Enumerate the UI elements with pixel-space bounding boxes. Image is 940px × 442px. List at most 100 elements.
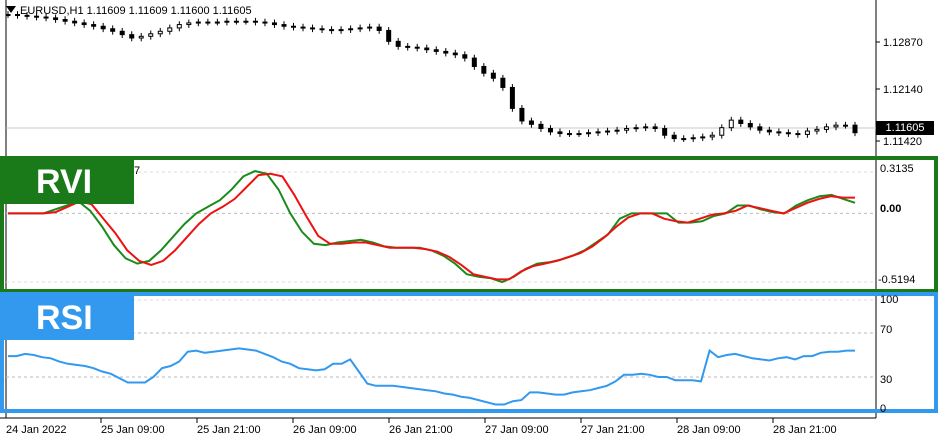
price-candle [81,22,87,26]
price-candle [271,22,277,26]
price-candle [310,27,316,30]
price-candle [795,133,801,136]
rvi-partial-label: 7 [134,165,141,177]
price-candle [329,29,335,32]
price-candle [167,27,173,32]
price-candle [709,134,715,138]
price-candle [129,34,135,39]
price-candle [804,130,810,135]
price-candle [243,20,249,23]
price-candle [547,128,553,133]
price-candle [433,49,439,52]
price-candle [281,24,287,27]
price-candle [662,128,668,136]
price-axis-label: 1.12140 [883,84,923,96]
price-candle [157,30,163,35]
price-candle [119,30,125,36]
price-candle [528,120,534,125]
symbol-header: EURUSD,H1 1.11609 1.11609 1.11600 1.1160… [6,5,252,17]
time-axis-label: 27 Jan 21:00 [581,424,645,436]
price-candle [176,24,182,29]
price-candle [414,46,420,49]
price-candle [538,123,544,130]
price-axis-label: 1.11420 [883,136,922,148]
price-candle [62,19,68,22]
price-candle [481,65,487,74]
price-candle [624,128,630,131]
price-candle [386,29,392,42]
price-candle [490,72,496,79]
price-candle [471,57,477,67]
price-candle [595,131,601,134]
price-candle [110,28,116,32]
rvi-badge-text: RVI [36,163,93,201]
rsi-line [8,347,855,406]
price-axis-label: 1.12870 [883,37,923,49]
rvi-axis-label: 0.3135 [880,163,914,175]
price-candle [576,133,582,136]
price-candle [53,17,59,21]
price-candle [43,16,49,19]
price-candle [376,26,382,31]
price-candle [681,138,687,141]
price-candle [443,50,449,54]
time-axis-label: 28 Jan 21:00 [773,424,837,436]
price-candle [614,129,620,132]
price-candle [424,47,430,51]
price-candle [852,124,858,134]
price-candle [728,119,734,129]
price-candle [671,134,677,140]
price-candle [557,131,563,135]
time-axis-label: 26 Jan 09:00 [293,424,357,436]
price-candle [652,126,658,130]
price-candle [500,77,506,88]
rvi-axis-label: -0.5194 [878,274,916,286]
price-candle [214,21,220,24]
time-axis-label: 24 Jan 2022 [6,424,67,436]
price-candle [509,86,515,109]
price-candle [138,35,144,39]
rsi-axis-label: 100 [880,294,899,306]
price-candle [291,25,297,28]
price-candle [195,21,201,24]
current-price-label: 1.11605 [876,121,934,135]
rsi-badge: RSI [2,296,134,340]
price-candle [738,119,744,124]
rvi-axis-label: 0.00 [880,203,902,215]
price-candle [252,20,258,23]
time-axis-label: 27 Jan 09:00 [485,424,549,436]
price-candle [823,126,829,130]
price-candle [766,129,772,133]
price-candle [757,126,763,131]
price-candle [814,128,820,132]
price-chart-canvas [0,0,938,423]
price-candle [100,25,106,30]
time-axis-label: 26 Jan 21:00 [389,424,453,436]
price-candle [367,26,373,29]
price-candle [319,28,325,31]
price-candle [643,126,649,129]
price-candle [633,127,639,130]
price-candle [91,24,97,27]
price-candle [72,20,78,24]
price-candle [842,124,848,127]
price-candle [605,130,611,133]
dropdown-triangle-icon[interactable] [6,6,16,13]
rsi-axis-label: 30 [880,374,893,386]
price-candle [395,40,401,47]
price-candle [338,29,344,32]
rsi-axis-label: 0 [880,403,887,415]
rsi-frame [0,292,938,413]
price-candle [405,45,411,48]
time-axis-label: 25 Jan 21:00 [197,424,261,436]
time-axis-label: 28 Jan 09:00 [677,424,741,436]
price-candle [224,20,230,23]
price-candle [785,132,791,135]
price-candle [747,122,753,128]
time-axis-label: 25 Jan 09:00 [101,424,165,436]
price-candle [776,131,782,134]
price-candle [357,27,363,30]
rsi-axis-label: 70 [880,324,893,336]
price-candle [262,21,268,24]
price-candle [690,137,696,140]
